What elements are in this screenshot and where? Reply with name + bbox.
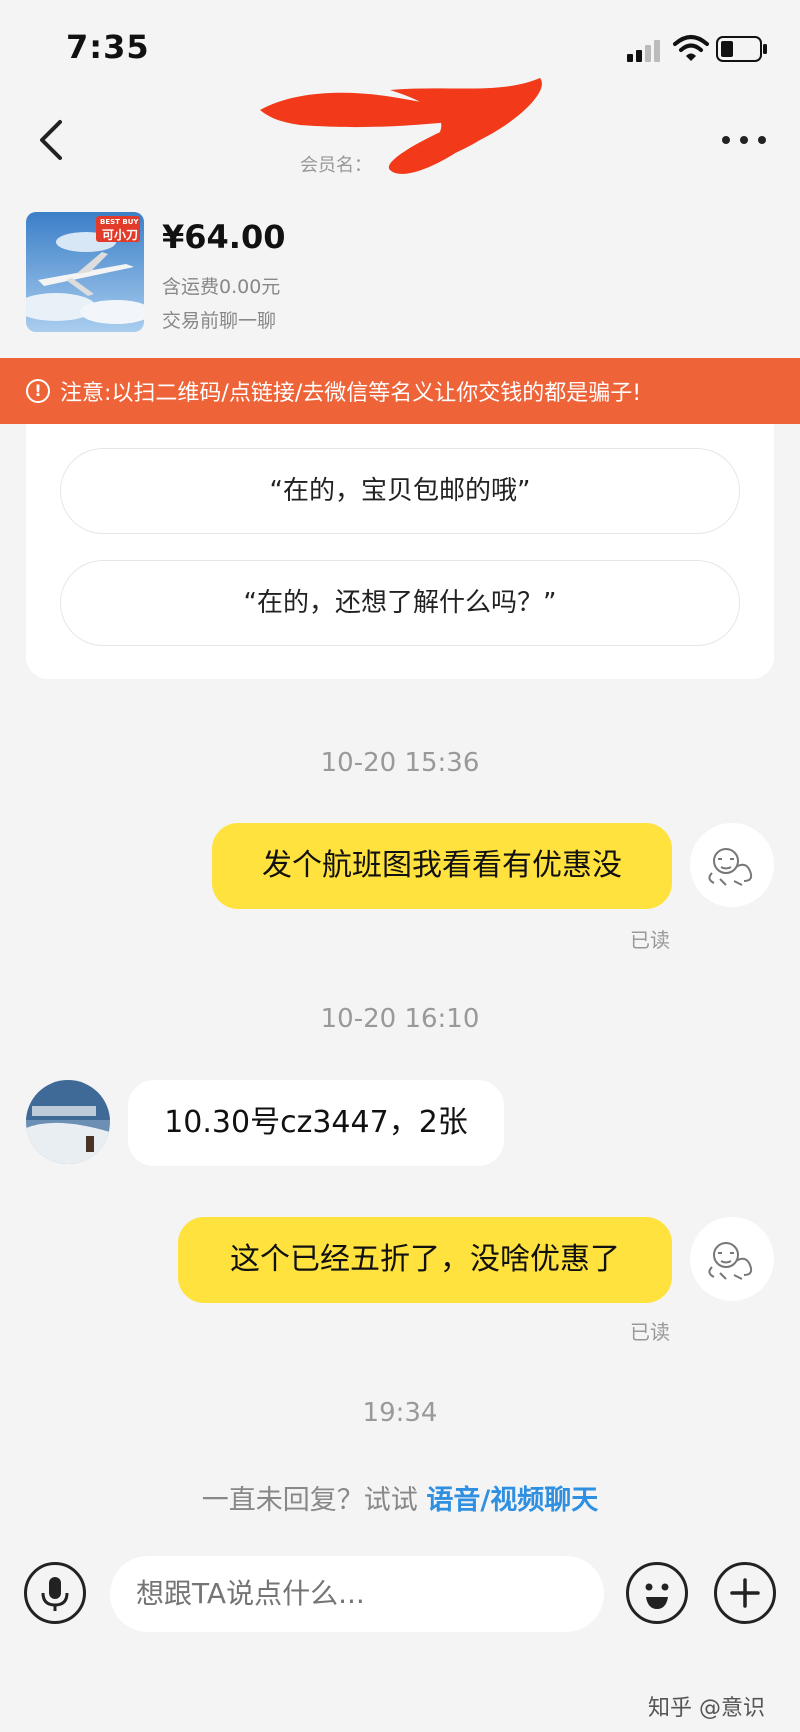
more-actions-button[interactable] (714, 1562, 776, 1624)
no-reply-hint: 一直未回复？试试 语音/视频聊天 (0, 1478, 800, 1517)
microphone-icon (41, 1577, 69, 1611)
read-receipt: 已读 (630, 1320, 670, 1344)
scam-warning-banner: ! 注意:以扫二维码/点链接/去微信等名义让你交钱的都是骗子! (0, 358, 800, 424)
zhihu-watermark: 知乎 @意识 (648, 1696, 765, 1721)
product-badge-top: BEST BUY (100, 218, 139, 226)
ellipsis-icon[interactable] (718, 126, 770, 154)
seller-avatar[interactable] (26, 1080, 110, 1164)
voice-input-button[interactable] (24, 1562, 86, 1624)
read-receipt: 已读 (630, 928, 670, 952)
warning-icon: ! (26, 379, 50, 403)
hint-text: 一直未回复？试试 (201, 1485, 427, 1516)
my-avatar[interactable] (690, 1217, 774, 1301)
product-thumbnail[interactable]: BEST BUY 可小刀 (26, 212, 144, 332)
emoji-button[interactable] (626, 1562, 688, 1624)
quick-reply-card: “在的，宝贝包邮的哦” “在的，还想了解什么吗？” (26, 424, 774, 679)
product-badge: 可小刀 (102, 228, 139, 242)
my-message-bubble[interactable]: 发个航班图我看看有优惠没 (212, 823, 672, 909)
message-timestamp: 10-20 16:10 (320, 1004, 480, 1034)
warning-text: 注意:以扫二维码/点链接/去微信等名义让你交钱的都是骗子! (60, 381, 642, 406)
doodle-avatar-icon (708, 1242, 753, 1280)
voice-video-chat-link[interactable]: 语音/视频聊天 (426, 1485, 598, 1516)
seller-message-bubble[interactable]: 10.30号cz3447，2张 (128, 1080, 504, 1166)
message-timestamp: 19:34 (362, 1398, 438, 1428)
chat-prompt: 交易前聊一聊 (162, 310, 277, 332)
wifi-icon (673, 35, 709, 61)
signal-icon (627, 40, 660, 62)
message-timestamp: 10-20 15:36 (320, 748, 480, 778)
red-scribble-redaction (260, 78, 542, 174)
product-price: ¥64.00 (162, 218, 286, 256)
shipping-fee: 含运费0.00元 (162, 276, 281, 298)
smiley-icon (645, 1583, 669, 1609)
my-avatar[interactable] (690, 823, 774, 907)
battery-icon (716, 36, 767, 62)
plus-icon (730, 1578, 760, 1608)
quick-reply-button[interactable]: “在的，宝贝包邮的哦” (60, 448, 740, 534)
my-message-bubble[interactable]: 这个已经五折了，没啥优惠了 (178, 1217, 672, 1303)
message-input[interactable] (110, 1556, 604, 1632)
back-chevron-icon[interactable] (30, 112, 74, 168)
quick-reply-button[interactable]: “在的，还想了解什么吗？” (60, 560, 740, 646)
doodle-avatar-icon (708, 848, 753, 886)
status-time: 7:35 (66, 28, 150, 66)
